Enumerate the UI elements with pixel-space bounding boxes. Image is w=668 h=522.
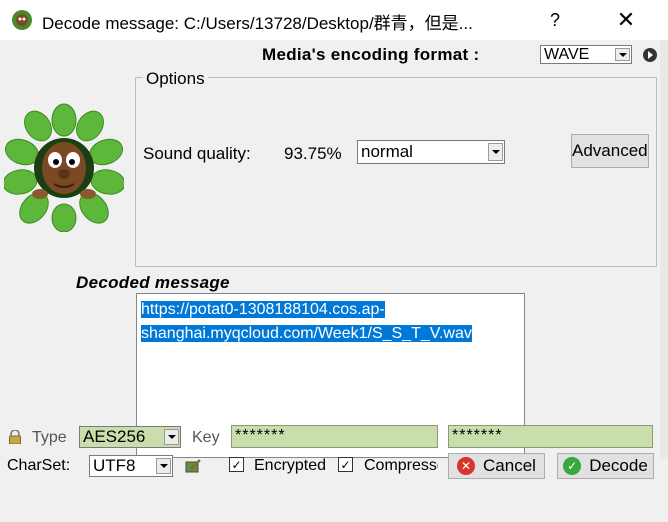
- options-legend: Options: [143, 69, 208, 89]
- edit-icon[interactable]: [185, 458, 201, 474]
- charset-select[interactable]: UTF8: [89, 455, 173, 477]
- dialog-body: Media's encoding format : WAVE Options S…: [0, 40, 668, 522]
- compressed-label: Compressed: [364, 457, 438, 474]
- decode-label: Decode: [589, 456, 648, 475]
- quality-select[interactable]: normal: [357, 140, 505, 164]
- charset-value: UTF8: [93, 456, 136, 475]
- type-label: Type: [32, 429, 67, 446]
- type-value: AES256: [83, 427, 146, 446]
- key-confirm-input[interactable]: *******: [448, 425, 653, 448]
- decoded-message-label: Decoded message: [76, 273, 230, 292]
- options-group: [135, 77, 657, 267]
- check-icon: ✓: [563, 457, 582, 475]
- decode-button[interactable]: ✓ Decode: [557, 453, 654, 479]
- encoding-format-select[interactable]: WAVE: [540, 45, 632, 64]
- lock-icon: [9, 430, 21, 444]
- title-bar: Decode message: C:/Users/13728/Desktop/群…: [0, 0, 668, 40]
- cancel-button[interactable]: ✕ Cancel: [448, 453, 545, 479]
- mascot-logo: [4, 103, 124, 232]
- sound-quality-label: Sound quality:: [143, 144, 251, 163]
- charset-label: CharSet:: [7, 457, 71, 474]
- chevron-down-icon[interactable]: [615, 48, 630, 61]
- window-title: Decode message: C:/Users/13728/Desktop/群…: [42, 14, 473, 33]
- encoding-format-value: WAVE: [544, 45, 590, 63]
- play-icon[interactable]: [643, 48, 657, 62]
- decoded-line-1: https://potat0-1308188104.cos.ap-: [141, 301, 385, 318]
- encoding-format-label: Media's encoding format :: [262, 45, 480, 64]
- compressed-checkbox[interactable]: ✓: [338, 457, 353, 472]
- cancel-icon: ✕: [457, 457, 476, 475]
- chevron-down-icon[interactable]: [488, 143, 503, 161]
- key-label: Key: [192, 429, 220, 446]
- chevron-down-icon[interactable]: [164, 429, 179, 445]
- key-input[interactable]: *******: [231, 425, 438, 448]
- encrypted-label: Encrypted: [254, 457, 327, 474]
- advanced-button[interactable]: Advanced: [571, 134, 649, 168]
- chevron-down-icon[interactable]: [156, 458, 171, 474]
- cancel-label: Cancel: [483, 456, 536, 475]
- close-button[interactable]: ✕: [606, 6, 646, 34]
- window-edge: [660, 40, 668, 522]
- sound-quality-value: 93.75%: [284, 144, 342, 163]
- app-icon: [12, 10, 32, 30]
- decoded-line-2: shanghai.myqcloud.com/Week1/S_S_T_V.wav: [141, 325, 472, 342]
- encrypted-checkbox[interactable]: ✓: [229, 457, 244, 472]
- type-select[interactable]: AES256: [79, 426, 181, 448]
- help-button[interactable]: ?: [540, 6, 570, 34]
- quality-value: normal: [361, 142, 413, 161]
